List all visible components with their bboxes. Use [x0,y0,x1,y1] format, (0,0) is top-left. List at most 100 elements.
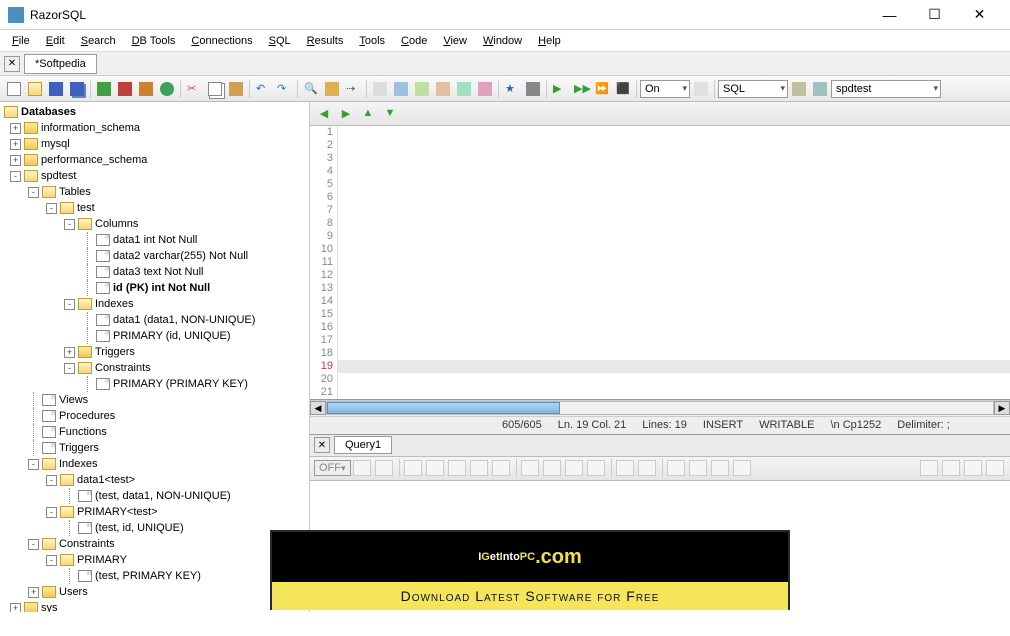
results-tab[interactable]: Query1 [334,436,392,454]
res-btn-2[interactable] [375,460,393,476]
expand-toggle[interactable]: - [46,507,57,518]
res-btn-17[interactable] [733,460,751,476]
run-all-button[interactable]: ⏩ [592,79,612,99]
menu-db-tools[interactable]: DB Tools [126,33,182,49]
table-button[interactable] [391,79,411,99]
disconnect-button[interactable] [115,79,135,99]
res-btn-12[interactable] [616,460,634,476]
menu-edit[interactable]: Edit [40,33,71,49]
res-btn-15[interactable] [689,460,707,476]
procedure-button[interactable] [433,79,453,99]
tree-item[interactable]: id (PK) int Not Null [4,280,309,296]
tree-item[interactable]: Procedures [4,408,309,424]
database-tree[interactable]: Databases +information_schema+mysql+perf… [0,102,310,612]
scroll-left-button[interactable]: ◀ [310,401,326,415]
menu-code[interactable]: Code [395,33,433,49]
run-button[interactable]: ▶ [550,79,570,99]
tree-item[interactable]: data1 int Not Null [4,232,309,248]
find-button[interactable]: 🔍 [301,79,321,99]
menu-help[interactable]: Help [532,33,567,49]
expand-toggle[interactable]: - [46,475,57,486]
tree-item[interactable]: -PRIMARY [4,552,309,568]
expand-toggle[interactable]: - [64,299,75,310]
undo-button[interactable]: ↶ [253,79,273,99]
db-tool-button[interactable] [136,79,156,99]
copy-button[interactable] [205,79,225,99]
expand-toggle[interactable]: + [10,155,21,166]
ed-next-button[interactable]: ▶ [336,103,356,123]
paste-button[interactable] [226,79,246,99]
res-btn-6[interactable] [470,460,488,476]
menu-tools[interactable]: Tools [353,33,391,49]
tree-item[interactable]: -Columns [4,216,309,232]
tree-item[interactable]: +mysql [4,136,309,152]
connect-button[interactable] [94,79,114,99]
res-btn-4[interactable] [426,460,444,476]
expand-toggle[interactable]: + [10,123,21,134]
menu-results[interactable]: Results [301,33,350,49]
expand-toggle[interactable]: - [64,363,75,374]
tree-item[interactable]: -Tables [4,184,309,200]
res-btn-11[interactable] [587,460,605,476]
replace-button[interactable] [322,79,342,99]
menu-search[interactable]: Search [75,33,122,49]
menu-connections[interactable]: Connections [185,33,258,49]
res-btn-1[interactable] [353,460,371,476]
res-btn-13[interactable] [638,460,656,476]
tree-item[interactable]: -spdtest [4,168,309,184]
expand-toggle[interactable]: - [28,187,39,198]
expand-toggle[interactable]: - [46,555,57,566]
res-btn-14[interactable] [667,460,685,476]
maximize-button[interactable]: ☐ [912,1,957,29]
tree-item[interactable]: +Triggers [4,344,309,360]
expand-toggle[interactable]: + [28,587,39,598]
commit-button[interactable] [691,79,711,99]
tree-item[interactable]: Views [4,392,309,408]
tree-item[interactable]: Functions [4,424,309,440]
tree-item[interactable]: +sys [4,600,309,612]
import-button[interactable] [475,79,495,99]
res-btn-3[interactable] [404,460,422,476]
tree-item[interactable]: -Indexes [4,296,309,312]
expand-toggle[interactable]: + [10,603,21,613]
scroll-right-button[interactable]: ▶ [994,401,1010,415]
tree-item[interactable]: PRIMARY (id, UNIQUE) [4,328,309,344]
scroll-track[interactable] [326,401,994,415]
database-select[interactable]: spdtest [831,80,941,98]
expand-toggle[interactable]: - [10,171,21,182]
tab-close-button[interactable]: ✕ [4,56,20,72]
bookmark-button[interactable] [523,79,543,99]
cut-button[interactable]: ✂ [184,79,204,99]
ed-up-button[interactable]: ▲ [358,103,378,123]
expand-toggle[interactable]: - [46,203,57,214]
res-btn-16[interactable] [711,460,729,476]
res-nav-first[interactable] [920,460,938,476]
stop-button[interactable]: ⬛ [613,79,633,99]
tree-item[interactable]: data2 varchar(255) Not Null [4,248,309,264]
tree-item[interactable]: (test, id, UNIQUE) [4,520,309,536]
redo-button[interactable]: ↷ [274,79,294,99]
res-nav-prev[interactable] [942,460,960,476]
tree-item[interactable]: -test [4,200,309,216]
expand-toggle[interactable]: - [28,459,39,470]
open-button[interactable] [25,79,45,99]
res-nav-next[interactable] [964,460,982,476]
tree-item[interactable]: -Constraints [4,360,309,376]
autocommit-select[interactable]: On [640,80,690,98]
results-off-toggle[interactable]: OFF ▾ [314,460,351,476]
toggle-tree-button[interactable] [370,79,390,99]
favorite-button[interactable]: ★ [502,79,522,99]
editor-hscrollbar[interactable]: ◀ ▶ [310,400,1010,416]
tree-item[interactable]: -Constraints [4,536,309,552]
menu-sql[interactable]: SQL [263,33,297,49]
expand-toggle[interactable]: + [10,139,21,150]
tree-item[interactable]: (test, data1, NON-UNIQUE) [4,488,309,504]
close-button[interactable]: ✕ [957,1,1002,29]
res-btn-8[interactable] [521,460,539,476]
tree-item[interactable]: -data1<test> [4,472,309,488]
export-button[interactable] [454,79,474,99]
tree-item[interactable]: (test, PRIMARY KEY) [4,568,309,584]
menu-file[interactable]: File [6,33,36,49]
res-btn-9[interactable] [543,460,561,476]
refresh-button[interactable] [157,79,177,99]
